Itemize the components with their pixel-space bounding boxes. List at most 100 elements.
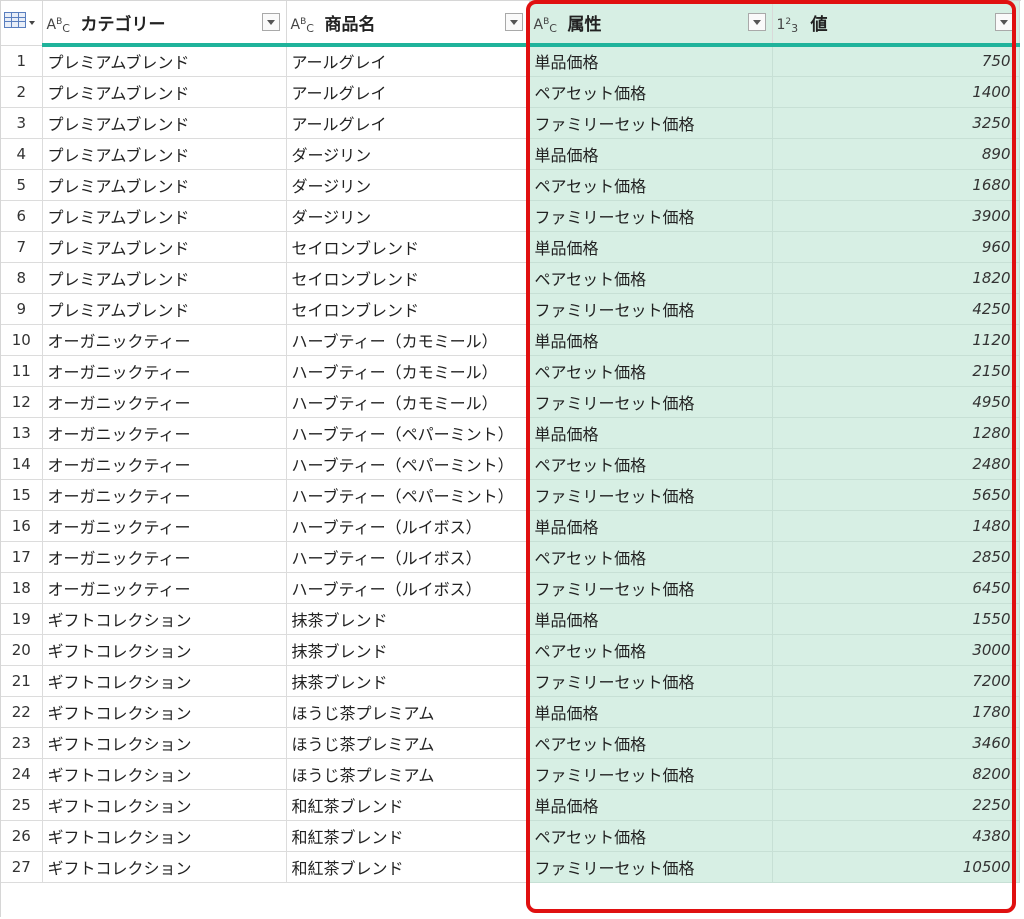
cell-value[interactable]: 1550	[772, 603, 1020, 635]
cell-product[interactable]: ハーブティー（ペパーミント）	[286, 479, 530, 511]
row-number[interactable]: 26	[1, 820, 43, 852]
row-number[interactable]: 18	[1, 572, 43, 604]
table-row[interactable]: 23 ギフトコレクション ほうじ茶プレミアム ペアセット価格 3460	[1, 727, 1020, 759]
row-number[interactable]: 25	[1, 789, 43, 821]
column-header-product[interactable]: ABC 商品名	[286, 1, 530, 47]
cell-value[interactable]: 4950	[772, 386, 1020, 418]
cell-attribute[interactable]: 単品価格	[529, 231, 773, 263]
table-row[interactable]: 3 プレミアムブレンド アールグレイ ファミリーセット価格 3250	[1, 107, 1020, 139]
cell-value[interactable]: 4380	[772, 820, 1020, 852]
cell-category[interactable]: ギフトコレクション	[42, 696, 287, 728]
cell-product[interactable]: セイロンブレンド	[286, 262, 530, 294]
cell-attribute[interactable]: 単品価格	[529, 417, 773, 449]
cell-value[interactable]: 2250	[772, 789, 1020, 821]
table-row[interactable]: 13 オーガニックティー ハーブティー（ペパーミント） 単品価格 1280	[1, 417, 1020, 449]
cell-product[interactable]: 抹茶ブレンド	[286, 665, 530, 697]
cell-category[interactable]: プレミアムブレンド	[42, 231, 287, 263]
cell-value[interactable]: 1120	[772, 324, 1020, 356]
text-type-icon[interactable]: ABC	[291, 11, 325, 35]
cell-category[interactable]: プレミアムブレンド	[42, 200, 287, 232]
cell-category[interactable]: ギフトコレクション	[42, 665, 287, 697]
cell-product[interactable]: ハーブティー（ルイボス）	[286, 572, 530, 604]
cell-attribute[interactable]: ファミリーセット価格	[529, 200, 773, 232]
cell-category[interactable]: ギフトコレクション	[42, 727, 287, 759]
cell-value[interactable]: 1280	[772, 417, 1020, 449]
cell-product[interactable]: ハーブティー（ペパーミント）	[286, 417, 530, 449]
cell-product[interactable]: ダージリン	[286, 200, 530, 232]
cell-attribute[interactable]: ファミリーセット価格	[529, 479, 773, 511]
cell-value[interactable]: 2480	[772, 448, 1020, 480]
cell-category[interactable]: プレミアムブレンド	[42, 107, 287, 139]
cell-value[interactable]: 7200	[772, 665, 1020, 697]
cell-product[interactable]: ハーブティー（ルイボス）	[286, 510, 530, 542]
cell-attribute[interactable]: ファミリーセット価格	[529, 665, 773, 697]
table-row[interactable]: 2 プレミアムブレンド アールグレイ ペアセット価格 1400	[1, 76, 1020, 108]
cell-attribute[interactable]: 単品価格	[529, 510, 773, 542]
row-number[interactable]: 22	[1, 696, 43, 728]
cell-attribute[interactable]: 単品価格	[529, 324, 773, 356]
cell-value[interactable]: 8200	[772, 758, 1020, 790]
filter-dropdown-button[interactable]	[994, 13, 1013, 31]
table-row[interactable]: 22 ギフトコレクション ほうじ茶プレミアム 単品価格 1780	[1, 696, 1020, 728]
row-number[interactable]: 10	[1, 324, 43, 356]
cell-product[interactable]: アールグレイ	[286, 107, 530, 139]
row-number[interactable]: 9	[1, 293, 43, 325]
row-number[interactable]: 7	[1, 231, 43, 263]
row-number[interactable]: 19	[1, 603, 43, 635]
table-row[interactable]: 17 オーガニックティー ハーブティー（ルイボス） ペアセット価格 2850	[1, 541, 1020, 573]
row-number[interactable]: 12	[1, 386, 43, 418]
cell-value[interactable]: 750	[772, 45, 1020, 77]
row-number[interactable]: 13	[1, 417, 43, 449]
text-type-icon[interactable]: ABC	[534, 11, 568, 35]
table-row[interactable]: 6 プレミアムブレンド ダージリン ファミリーセット価格 3900	[1, 200, 1020, 232]
row-number[interactable]: 24	[1, 758, 43, 790]
table-row[interactable]: 12 オーガニックティー ハーブティー（カモミール） ファミリーセット価格 4950	[1, 386, 1020, 418]
cell-value[interactable]: 960	[772, 231, 1020, 263]
cell-product[interactable]: アールグレイ	[286, 76, 530, 108]
cell-product[interactable]: 和紅茶ブレンド	[286, 820, 530, 852]
table-row[interactable]: 25 ギフトコレクション 和紅茶ブレンド 単品価格 2250	[1, 789, 1020, 821]
cell-attribute[interactable]: 単品価格	[529, 696, 773, 728]
cell-attribute[interactable]: ペアセット価格	[529, 727, 773, 759]
table-row[interactable]: 9 プレミアムブレンド セイロンブレンド ファミリーセット価格 4250	[1, 293, 1020, 325]
cell-value[interactable]: 1780	[772, 696, 1020, 728]
cell-category[interactable]: ギフトコレクション	[42, 851, 287, 883]
row-number[interactable]: 15	[1, 479, 43, 511]
cell-attribute[interactable]: 単品価格	[529, 138, 773, 170]
cell-category[interactable]: プレミアムブレンド	[42, 138, 287, 170]
cell-value[interactable]: 2850	[772, 541, 1020, 573]
cell-product[interactable]: アールグレイ	[286, 45, 530, 77]
cell-category[interactable]: プレミアムブレンド	[42, 169, 287, 201]
cell-category[interactable]: オーガニックティー	[42, 386, 287, 418]
cell-value[interactable]: 1820	[772, 262, 1020, 294]
cell-category[interactable]: ギフトコレクション	[42, 820, 287, 852]
cell-value[interactable]: 6450	[772, 572, 1020, 604]
cell-product[interactable]: ほうじ茶プレミアム	[286, 727, 530, 759]
column-header-category[interactable]: ABC カテゴリー	[42, 1, 287, 47]
cell-value[interactable]: 10500	[772, 851, 1020, 883]
cell-product[interactable]: ダージリン	[286, 138, 530, 170]
cell-value[interactable]: 3250	[772, 107, 1020, 139]
row-number[interactable]: 5	[1, 169, 43, 201]
cell-value[interactable]: 1680	[772, 169, 1020, 201]
row-number[interactable]: 4	[1, 138, 43, 170]
table-row[interactable]: 15 オーガニックティー ハーブティー（ペパーミント） ファミリーセット価格 5650	[1, 479, 1020, 511]
cell-product[interactable]: ほうじ茶プレミアム	[286, 696, 530, 728]
cell-category[interactable]: オーガニックティー	[42, 448, 287, 480]
table-row[interactable]: 26 ギフトコレクション 和紅茶ブレンド ペアセット価格 4380	[1, 820, 1020, 852]
cell-product[interactable]: ハーブティー（カモミール）	[286, 355, 530, 387]
cell-attribute[interactable]: 単品価格	[529, 603, 773, 635]
cell-attribute[interactable]: ファミリーセット価格	[529, 386, 773, 418]
cell-category[interactable]: ギフトコレクション	[42, 789, 287, 821]
column-header-value[interactable]: 123 値	[772, 1, 1020, 47]
cell-category[interactable]: ギフトコレクション	[42, 634, 287, 666]
row-number[interactable]: 16	[1, 510, 43, 542]
cell-attribute[interactable]: ファミリーセット価格	[529, 293, 773, 325]
cell-category[interactable]: オーガニックティー	[42, 355, 287, 387]
cell-category[interactable]: プレミアムブレンド	[42, 76, 287, 108]
cell-value[interactable]: 5650	[772, 479, 1020, 511]
cell-category[interactable]: プレミアムブレンド	[42, 293, 287, 325]
cell-attribute[interactable]: ペアセット価格	[529, 76, 773, 108]
cell-product[interactable]: 和紅茶ブレンド	[286, 851, 530, 883]
cell-category[interactable]: オーガニックティー	[42, 324, 287, 356]
